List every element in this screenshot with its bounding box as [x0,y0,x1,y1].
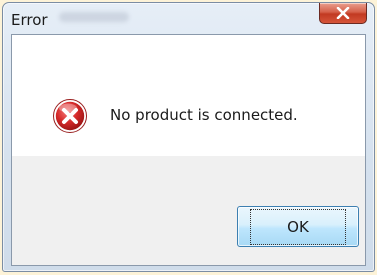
message-area: No product is connected. [12,35,365,156]
dialog-client-area: No product is connected. OK [11,34,366,266]
close-button[interactable] [319,3,367,24]
ok-button-label: OK [250,208,346,245]
window-title: Error [11,11,48,29]
ok-button[interactable]: OK [237,206,359,247]
title-blur [59,12,129,22]
error-icon [53,99,87,133]
close-icon [336,7,350,19]
error-dialog-window: Error No product is connected. OK [2,2,375,272]
error-message: No product is connected. [110,106,298,124]
